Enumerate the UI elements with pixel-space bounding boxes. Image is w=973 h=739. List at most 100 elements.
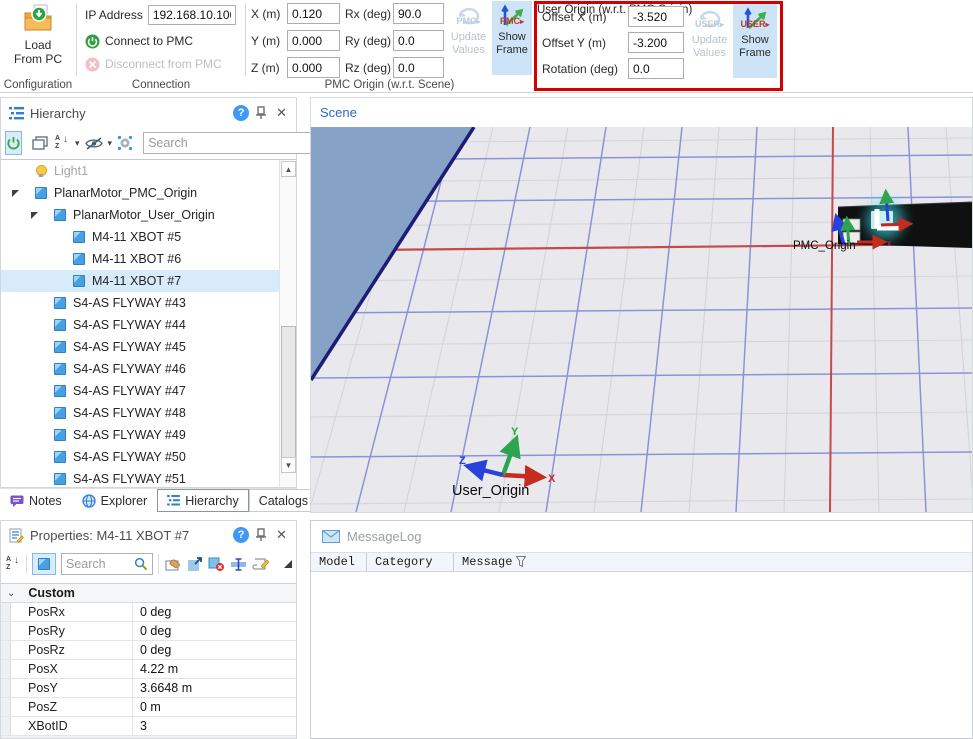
offset-y-input[interactable] xyxy=(628,32,684,53)
tree-item-pmc-origin[interactable]: PlanarMotor_PMC_Origin xyxy=(1,182,296,204)
tree-item-flyway-45[interactable]: S4-AS FLYWAY #45 xyxy=(1,336,296,358)
tree-item-flyway-48[interactable]: S4-AS FLYWAY #48 xyxy=(1,402,296,424)
tree-item-light1[interactable]: Light1 xyxy=(1,160,296,182)
connect-to-pmc-button[interactable]: Connect to PMC xyxy=(85,30,243,52)
tree-item-flyway-50[interactable]: S4-AS FLYWAY #50 xyxy=(1,446,296,468)
tree-item-xbot-6[interactable]: M4-11 XBOT #6 xyxy=(1,248,296,270)
expander-icon[interactable] xyxy=(28,208,42,222)
messagelog-title: MessageLog xyxy=(347,529,421,544)
property-value[interactable]: 0 deg xyxy=(133,641,296,659)
sort-dropdown-caret-icon[interactable]: ▾ xyxy=(75,138,80,149)
user-origin-label: User_Origin xyxy=(452,483,529,499)
visibility-dropdown-caret-icon[interactable]: ▾ xyxy=(108,138,113,149)
cube-filter-button[interactable] xyxy=(32,553,56,575)
x-input[interactable] xyxy=(287,3,340,24)
property-row: PosRz 0 deg xyxy=(1,641,296,660)
cube-icon xyxy=(54,385,66,397)
tree-item-xbot-5[interactable]: M4-11 XBOT #5 xyxy=(1,226,296,248)
scrollbar-thumb[interactable] xyxy=(281,326,296,466)
scroll-up-icon[interactable]: ▲ xyxy=(281,161,296,177)
expander-icon[interactable] xyxy=(9,186,23,200)
property-value[interactable]: 4.22 m xyxy=(133,660,296,678)
hide-visibility-icon[interactable] xyxy=(85,137,103,150)
ribbon-group-user-origin: Offset X (m) Offset Y (m) Rotation (deg)… xyxy=(537,4,780,88)
property-row: PosRx 0 deg xyxy=(1,603,296,622)
tab-explorer[interactable]: Explorer xyxy=(72,489,158,512)
user-update-values-button[interactable]: USER Update Values xyxy=(688,4,731,78)
rz-input[interactable] xyxy=(393,57,444,78)
open-external-icon[interactable] xyxy=(187,556,203,572)
property-group-header[interactable]: ⌄ Custom xyxy=(1,584,296,603)
search-icon[interactable] xyxy=(134,557,148,571)
close-icon[interactable]: ✕ xyxy=(273,105,290,121)
tree-item-flyway-46[interactable]: S4-AS FLYWAY #46 xyxy=(1,358,296,380)
property-value[interactable]: 0 m xyxy=(133,698,296,716)
cascade-icon[interactable] xyxy=(32,136,49,151)
tab-hierarchy[interactable]: Hierarchy xyxy=(157,489,249,512)
ribbon-group-pmc-origin: X (m) Y (m) Z (m) Rx (deg) Ry (deg) Rz (… xyxy=(246,0,533,92)
load-from-pc-button[interactable]: Load From PC xyxy=(6,2,70,74)
xbot-z-axis-arrow xyxy=(886,194,888,221)
property-value[interactable]: 0 deg xyxy=(133,622,296,640)
gear-icon[interactable] xyxy=(117,135,133,151)
disconnect-from-pmc-button[interactable]: Disconnect from PMC xyxy=(85,53,243,75)
column-header-category[interactable]: Category xyxy=(367,553,453,571)
pin-icon[interactable] xyxy=(255,106,267,120)
filter-icon[interactable] xyxy=(516,556,526,568)
edit-scroll-icon[interactable] xyxy=(252,556,270,572)
group-label-configuration: Configuration xyxy=(0,79,76,91)
property-value[interactable]: 0 deg xyxy=(133,603,296,621)
collapse-chevron-icon[interactable]: ⌄ xyxy=(7,588,15,599)
tree-item-flyway-49[interactable]: S4-AS FLYWAY #49 xyxy=(1,424,296,446)
tab-notes[interactable]: Notes xyxy=(0,489,72,512)
column-header-message[interactable]: Message xyxy=(454,553,972,571)
tab-catalogs[interactable]: Catalogs xyxy=(249,489,318,512)
scene-tab-label[interactable]: Scene xyxy=(311,98,972,127)
tree-item-xbot-7-selected[interactable]: M4-11 XBOT #7 xyxy=(1,270,296,292)
ip-address-input[interactable] xyxy=(148,5,236,25)
property-value[interactable]: 3 xyxy=(133,717,296,735)
cube-icon xyxy=(54,319,66,331)
corner-grip-icon[interactable] xyxy=(284,560,292,568)
rotation-input[interactable] xyxy=(628,58,684,79)
offset-x-label: Offset X (m) xyxy=(542,7,606,27)
property-value[interactable]: 3.6648 m xyxy=(133,679,296,697)
remove-cube-icon[interactable] xyxy=(208,556,225,572)
ibeam-anchor-icon[interactable] xyxy=(230,557,247,572)
rotation-label: Rotation (deg) xyxy=(542,59,618,79)
column-header-model[interactable]: Model xyxy=(311,553,366,571)
help-icon[interactable]: ? xyxy=(233,527,249,543)
tree-item-flyway-44[interactable]: S4-AS FLYWAY #44 xyxy=(1,314,296,336)
pick-card-icon[interactable] xyxy=(164,556,182,572)
scene-panel: Scene xyxy=(310,97,973,513)
user-show-frame-button[interactable]: USER Show Frame xyxy=(733,4,777,78)
tree-item-user-origin[interactable]: PlanarMotor_User_Origin xyxy=(1,204,296,226)
xbot-tile[interactable] xyxy=(843,219,860,230)
properties-search-input[interactable] xyxy=(66,557,134,571)
sort-az-icon[interactable]: AZ↓ xyxy=(5,556,21,572)
user-y-axis-label: Y xyxy=(511,426,519,438)
hierarchy-search-input[interactable] xyxy=(148,136,309,150)
tree-scrollbar[interactable]: ▲ ▼ xyxy=(279,160,296,487)
tree-item-flyway-43[interactable]: S4-AS FLYWAY #43 xyxy=(1,292,296,314)
scene-viewport[interactable]: PMC_Origin x Y X Z User_Origin xyxy=(311,127,972,512)
messagelog-body[interactable] xyxy=(311,572,972,738)
close-icon[interactable]: ✕ xyxy=(273,527,290,543)
cube-icon xyxy=(54,297,66,309)
user-x-axis-arrow xyxy=(503,475,539,477)
rx-input[interactable] xyxy=(393,3,444,24)
help-icon[interactable]: ? xyxy=(233,105,249,121)
rx-label: Rx (deg) xyxy=(345,4,391,24)
tree-item-flyway-51[interactable]: S4-AS FLYWAY #51 xyxy=(1,468,296,487)
z-input[interactable] xyxy=(287,57,340,78)
power-toggle-button[interactable] xyxy=(5,131,22,155)
offset-x-input[interactable] xyxy=(628,6,684,27)
pmc-show-frame-button[interactable]: PMC Show Frame xyxy=(492,1,532,75)
pin-icon[interactable] xyxy=(255,528,267,542)
tree-item-flyway-47[interactable]: S4-AS FLYWAY #47 xyxy=(1,380,296,402)
pmc-update-values-button[interactable]: PMC Update Values xyxy=(447,1,490,75)
ry-input[interactable] xyxy=(393,30,444,51)
y-input[interactable] xyxy=(287,30,340,51)
sort-az-icon[interactable]: AZ↓ xyxy=(54,135,70,151)
scroll-down-icon[interactable]: ▼ xyxy=(281,457,296,473)
